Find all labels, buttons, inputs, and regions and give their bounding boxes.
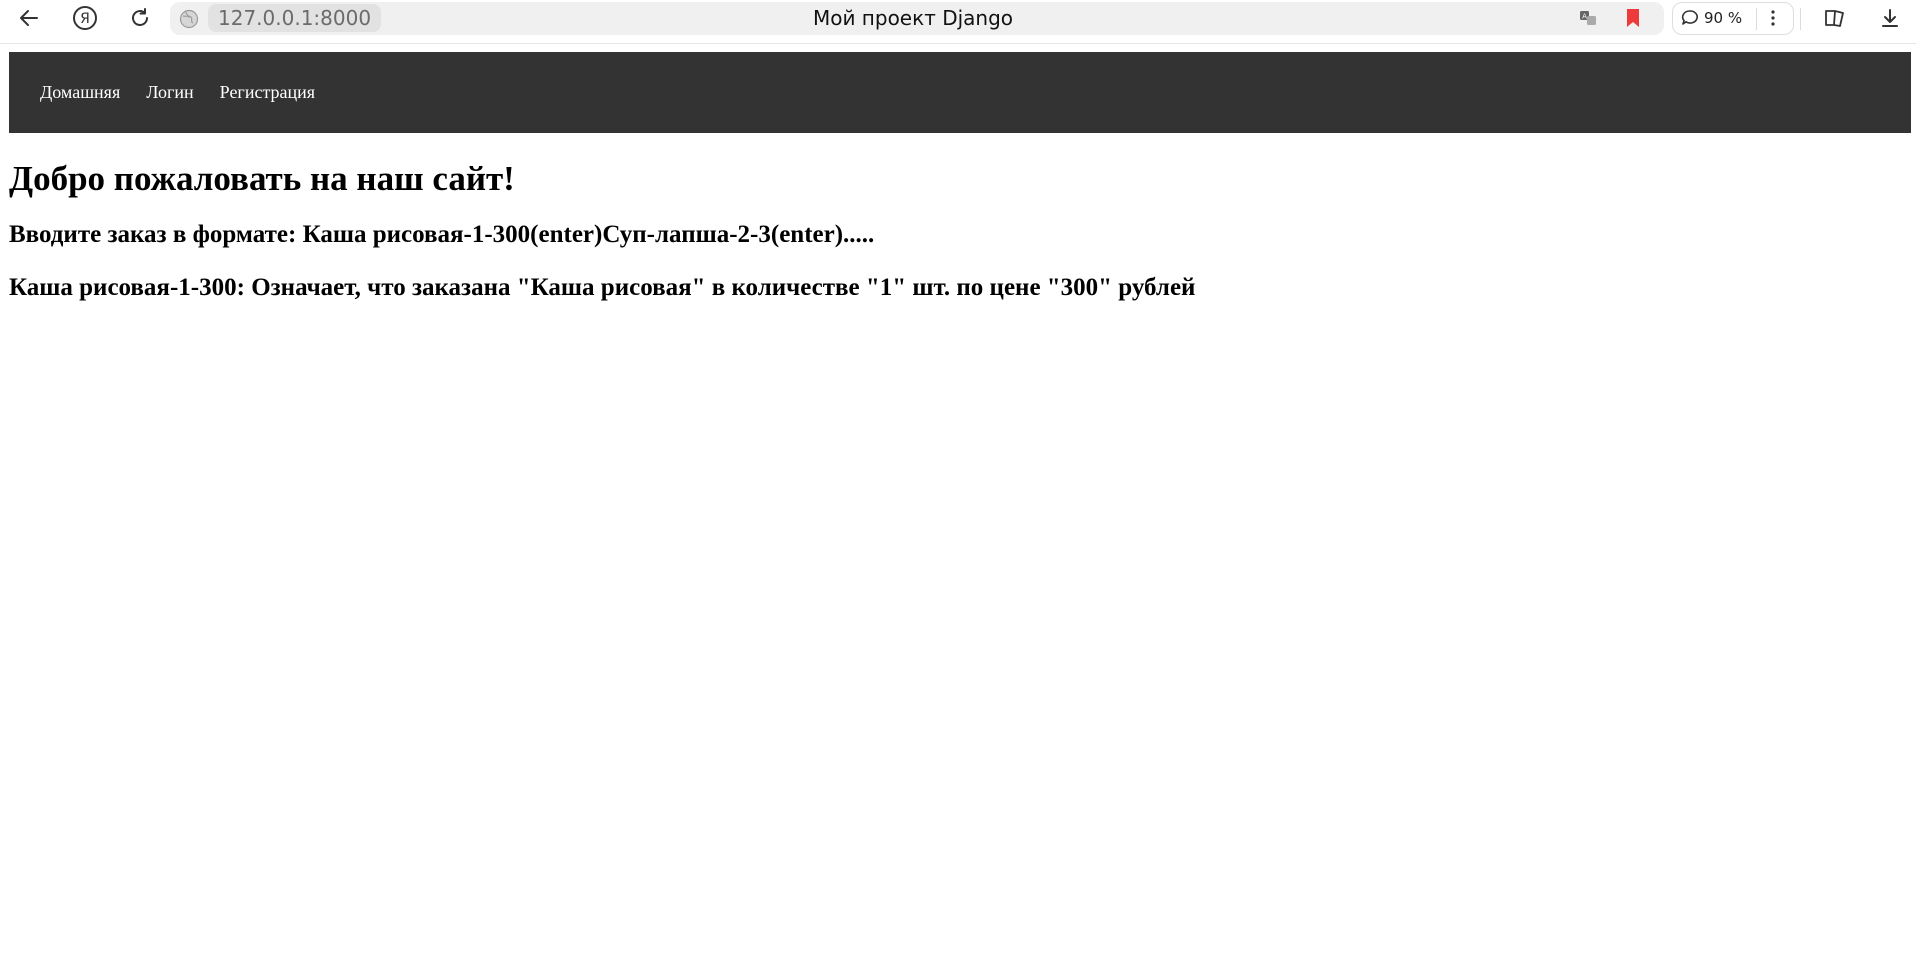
order-format-instruction: Вводите заказ в формате: Каша рисовая-1-… <box>9 221 875 248</box>
browser-toolbar: Я 127.0.0.1:8000 Мой проект Django A 90 … <box>0 0 1916 44</box>
toolbar-divider <box>1800 8 1801 30</box>
order-example-explanation: Каша рисовая-1-300: Означает, что заказа… <box>9 274 1196 301</box>
url-text[interactable]: 127.0.0.1:8000 <box>208 4 382 32</box>
nav-home-link[interactable]: Домашняя <box>40 82 120 103</box>
site-info-icon[interactable] <box>178 8 200 30</box>
main-content: Добро пожаловать на наш сайт! Вводите за… <box>9 150 1195 314</box>
vertical-dots-icon[interactable] <box>1756 3 1790 33</box>
translate-icon[interactable]: A <box>1570 3 1606 33</box>
back-arrow-icon[interactable] <box>11 3 47 33</box>
zoom-chat-icon <box>1681 10 1698 25</box>
nav-register-link[interactable]: Регистрация <box>220 82 315 103</box>
svg-text:Я: Я <box>80 11 90 27</box>
bookmark-icon[interactable] <box>1615 3 1651 33</box>
yandex-logo-icon[interactable]: Я <box>67 3 103 33</box>
zoom-level: 90 % <box>1704 9 1743 27</box>
zoom-button[interactable]: 90 % <box>1680 4 1742 32</box>
download-icon[interactable] <box>1872 3 1908 33</box>
nav-login-link[interactable]: Логин <box>146 82 193 103</box>
reload-icon[interactable] <box>122 3 158 33</box>
svg-text:A: A <box>1582 13 1587 21</box>
collections-icon[interactable] <box>1817 3 1853 33</box>
page-title: Добро пожаловать на наш сайт! <box>9 159 515 198</box>
address-bar[interactable] <box>170 2 1664 35</box>
site-navbar: Домашняя Логин Регистрация <box>9 52 1911 133</box>
